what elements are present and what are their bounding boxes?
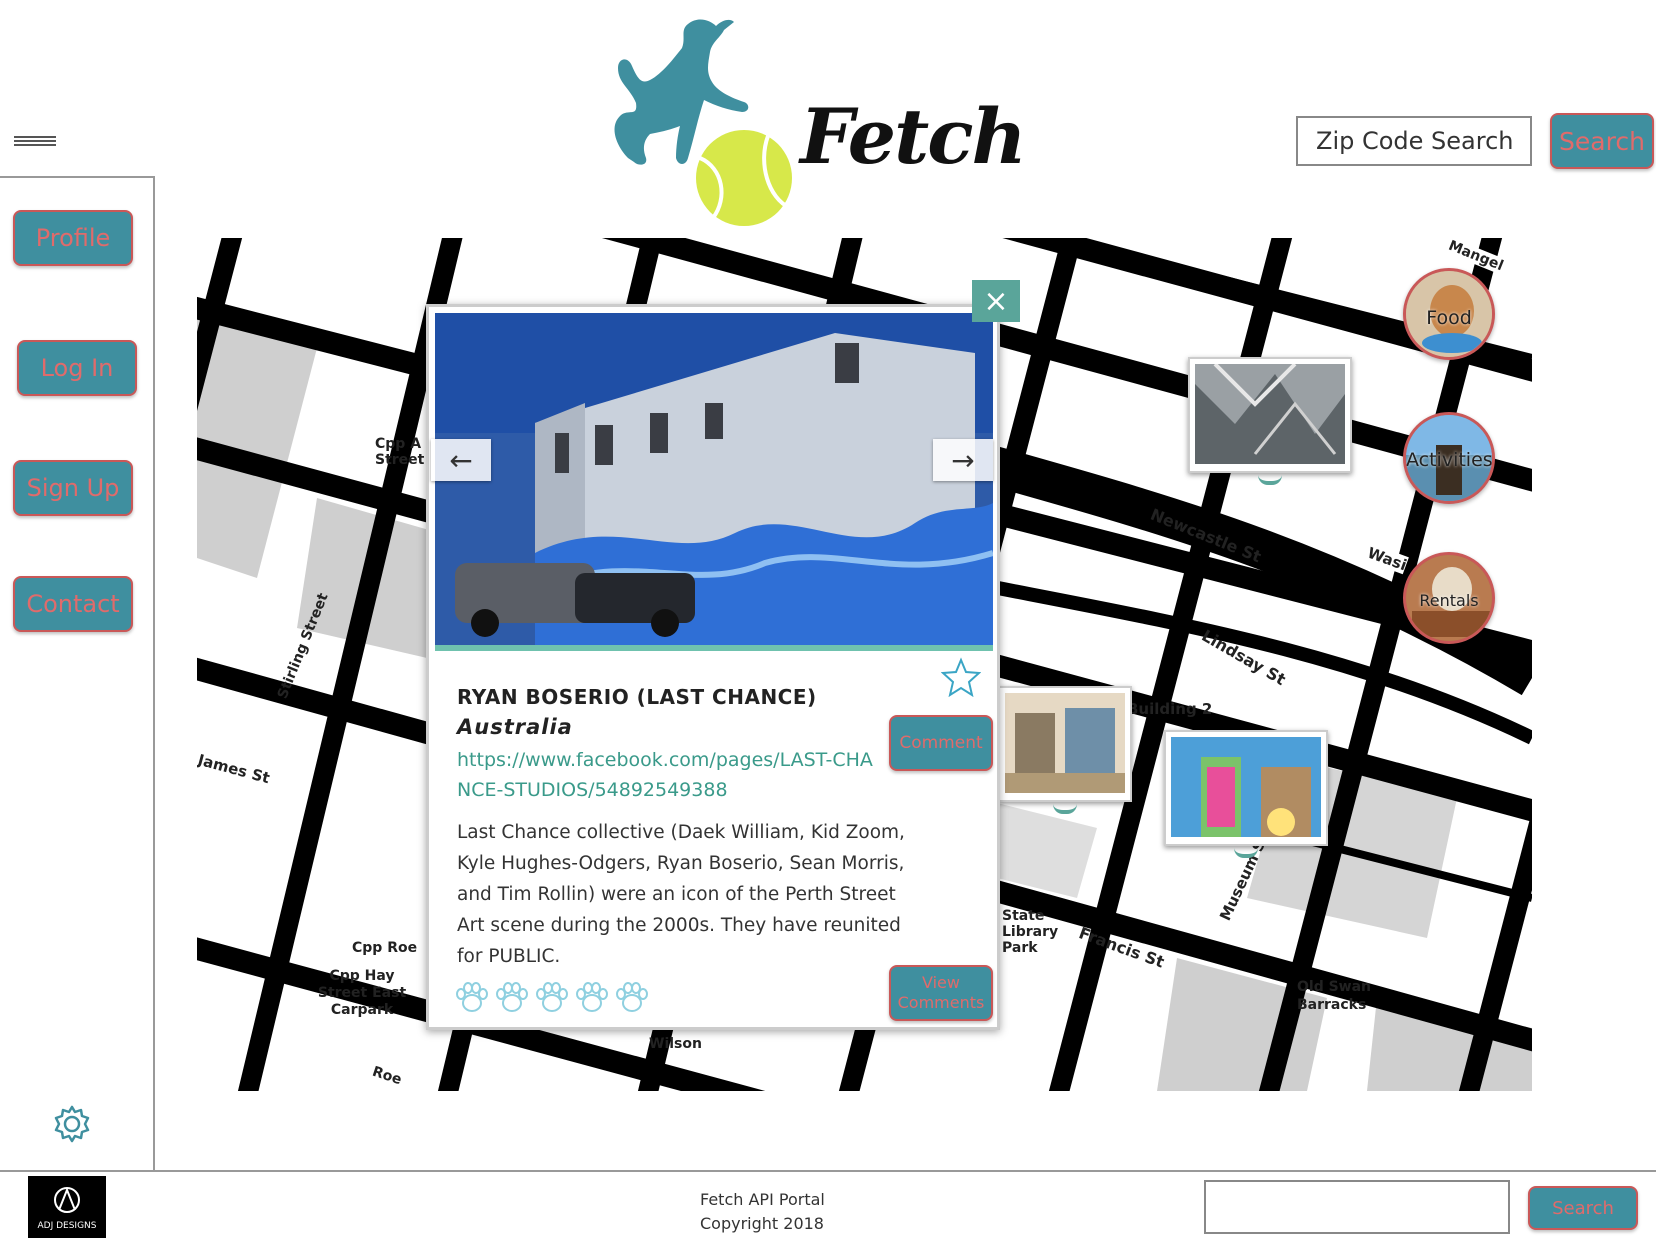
footer-search-input[interactable] [1204,1180,1510,1234]
food-category-button[interactable]: Food [1403,268,1495,360]
footer-search-button[interactable]: Search [1528,1186,1638,1230]
map-label-cpp-a: Cpp A Street [375,436,425,468]
close-icon[interactable]: × [972,280,1020,322]
prev-arrow-icon[interactable]: ← [431,439,491,481]
comment-button[interactable]: Comment [889,715,993,771]
paw-rating[interactable] [455,981,649,1015]
artwork-link[interactable]: https://www.facebook.com/pages/LAST-CHAN… [457,745,877,805]
map-pin-photo [1005,693,1125,793]
artwork-photo [435,313,993,649]
paw-icon[interactable] [535,981,569,1015]
zip-code-search-input[interactable] [1296,116,1532,166]
view-comments-button[interactable]: View Comments [889,965,993,1021]
artwork-title: RYAN BOSERIO (LAST CHANCE) [457,685,817,709]
sign-up-button[interactable]: Sign Up [13,460,133,516]
log-in-button[interactable]: Log In [17,340,137,396]
map-pin-thumbnail[interactable] [998,686,1132,814]
paw-icon[interactable] [495,981,529,1015]
map-label-cpp-roe: Cpp Roe [352,940,418,956]
artwork-country: Australia [457,715,573,739]
photo-divider [435,645,993,651]
adj-logo-mark [54,1187,80,1213]
profile-button[interactable]: Profile [13,210,133,266]
map-label-state-library: State Library Park [1002,908,1059,956]
adj-designs-logo: ADJ DESIGNS [28,1176,106,1238]
next-arrow-icon[interactable]: → [933,439,993,481]
map-pin-photo [1171,737,1321,837]
gear-icon[interactable] [52,1104,92,1144]
brand-title: Fetch [800,92,1027,181]
paw-icon[interactable] [615,981,649,1015]
favorite-star-icon[interactable] [941,657,981,697]
sidebar [0,176,155,1172]
map-label-old-swan: Old Swan Barracks [1297,979,1372,1013]
rentals-category-button[interactable]: Rentals [1403,552,1495,644]
footer-copyright: Fetch API Portal Copyright 2018 [700,1188,825,1236]
map-label-cpp-hay: Cpp Hay Street East Carpark [317,968,407,1018]
artwork-detail-popup: ← → RYAN BOSERIO (LAST CHANCE) Australia… [426,304,1000,1030]
map-label-building2: Building 2 [1127,700,1213,718]
map-pin-thumbnail[interactable] [1188,357,1352,485]
paw-icon[interactable] [575,981,609,1015]
activities-category-button[interactable]: Activities [1403,412,1495,504]
artwork-description: Last Chance collective (Daek William, Ki… [457,822,905,967]
footer-line-2: Copyright 2018 [700,1214,824,1233]
map-pin-photo [1195,362,1345,464]
hamburger-menu-icon[interactable] [14,136,56,146]
adj-logo-text: ADJ DESIGNS [37,1221,97,1231]
contact-button[interactable]: Contact [13,576,133,632]
footer-line-1: Fetch API Portal [700,1190,825,1209]
search-button[interactable]: Search [1550,113,1654,169]
paw-icon[interactable] [455,981,489,1015]
map-label-wilson: Wilson [649,1036,702,1052]
map-pin-thumbnail[interactable] [1164,730,1328,858]
